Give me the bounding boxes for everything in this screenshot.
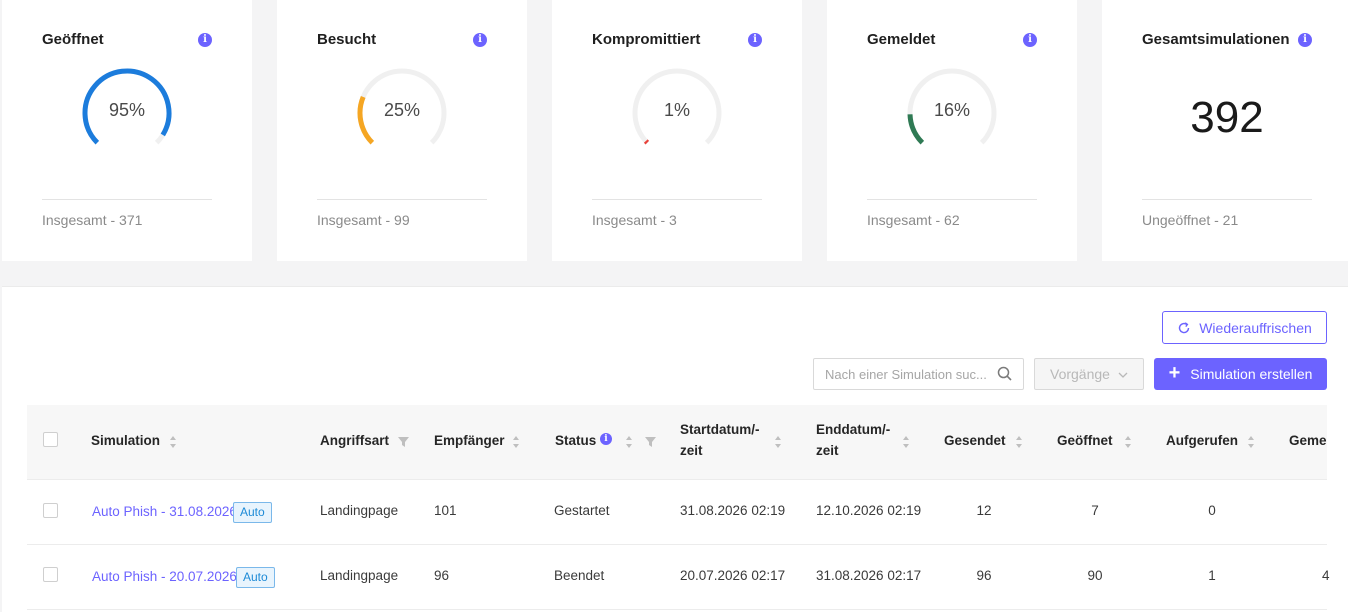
info-icon[interactable]: i <box>473 33 487 47</box>
stat-card-total-simulations: Gesamtsimulationen i 392 Ungeöffnet - 21 <box>1102 0 1348 261</box>
visited-cell: 1 <box>1208 568 1216 583</box>
gauge-value-arc <box>643 139 650 145</box>
chevron-down-icon <box>1118 372 1128 378</box>
card-title: Kompromittiert <box>592 31 701 48</box>
filter-icon[interactable] <box>398 437 409 447</box>
sent-cell: 12 <box>976 503 992 518</box>
row-checkbox[interactable] <box>43 567 58 582</box>
row-checkbox[interactable] <box>43 503 58 518</box>
sort-icon[interactable] <box>1015 435 1023 449</box>
attack-type-cell: Landingpage <box>320 568 399 583</box>
simulation-link[interactable]: Auto Phish - 31.08.2026 <box>92 504 237 519</box>
info-icon[interactable]: i <box>1023 33 1037 47</box>
card-footer: Ungeöffnet - 21 <box>1142 212 1239 228</box>
card-title: Gesamtsimulationen <box>1142 31 1290 48</box>
status-cell: Beendet <box>554 568 605 583</box>
sort-icon[interactable] <box>902 435 910 449</box>
divider <box>1142 199 1312 200</box>
reported-cell: 4 <box>1322 568 1330 583</box>
create-simulation-label: Simulation erstellen <box>1190 366 1313 382</box>
sort-icon[interactable] <box>1247 435 1255 449</box>
card-footer: Insgesamt - 62 <box>867 212 960 228</box>
recipients-cell: 101 <box>434 503 457 518</box>
recipients-cell: 96 <box>434 568 450 583</box>
divider <box>867 199 1037 200</box>
info-icon[interactable]: i <box>600 433 612 445</box>
visited-cell: 0 <box>1208 503 1216 518</box>
column-header-end-date-line2: zeit <box>816 443 839 458</box>
total-simulations-value: 392 <box>1190 93 1264 142</box>
table-header <box>27 405 1327 480</box>
info-icon[interactable]: i <box>748 33 762 47</box>
actions-dropdown[interactable]: Vorgänge <box>1034 358 1144 390</box>
stat-card-compromised: Kompromittiert i 1% Insgesamt - 3 <box>552 0 802 261</box>
gauge-percent: 16% <box>933 100 971 120</box>
column-header-status[interactable]: Status <box>555 433 596 448</box>
column-header-sent[interactable]: Gesendet <box>944 433 1006 448</box>
actions-label: Vorgänge <box>1050 366 1110 382</box>
sort-icon[interactable] <box>774 435 782 449</box>
gauge-percent: 1% <box>663 100 690 120</box>
sort-icon[interactable] <box>169 435 177 449</box>
stat-card-opened: Geöffnet i 95% Insgesamt - 371 <box>2 0 252 261</box>
divider <box>42 199 212 200</box>
sent-cell: 96 <box>976 568 992 583</box>
column-header-attack-type[interactable]: Angriffsart <box>320 433 389 448</box>
stat-card-reported: Gemeldet i 16% Insgesamt - 62 <box>827 0 1077 261</box>
column-header-opened[interactable]: Geöffnet <box>1057 433 1113 448</box>
create-simulation-button[interactable]: + Simulation erstellen <box>1154 358 1327 390</box>
column-header-recipients[interactable]: Empfänger <box>434 433 505 448</box>
end-date-cell: 31.08.2026 02:17 <box>816 568 922 583</box>
column-header-visited[interactable]: Aufgerufen <box>1166 433 1238 448</box>
search-icon[interactable] <box>996 365 1014 383</box>
divider <box>317 199 487 200</box>
auto-tag: Auto <box>233 502 272 523</box>
refresh-icon <box>1179 321 1190 333</box>
card-footer: Insgesamt - 99 <box>317 212 410 228</box>
end-date-cell: 12.10.2026 02:19 <box>816 503 922 518</box>
gauge-percent: 95% <box>108 100 146 120</box>
opened-cell: 90 <box>1087 568 1103 583</box>
stat-card-visited: Besucht i 25% Insgesamt - 99 <box>277 0 527 261</box>
column-header-start-date-line2: zeit <box>680 443 703 458</box>
simulation-link[interactable]: Auto Phish - 20.07.2026 <box>92 569 237 584</box>
select-all-checkbox[interactable] <box>43 432 58 447</box>
search-input[interactable] <box>813 358 1024 390</box>
column-header-reported[interactable]: Geme <box>1289 433 1327 448</box>
card-title: Gemeldet <box>867 31 936 48</box>
start-date-cell: 20.07.2026 02:17 <box>680 568 786 583</box>
auto-tag: Auto <box>236 567 275 588</box>
card-footer: Insgesamt - 371 <box>42 212 143 228</box>
gauge-percent: 25% <box>383 100 421 120</box>
card-title: Besucht <box>317 31 377 48</box>
opened-cell: 7 <box>1091 503 1099 518</box>
card-footer: Insgesamt - 3 <box>592 212 677 228</box>
refresh-button[interactable]: Wiederauffrischen <box>1162 311 1327 344</box>
column-header-end-date[interactable]: Enddatum/- <box>816 422 890 437</box>
filter-icon[interactable] <box>645 437 656 447</box>
column-header-simulation[interactable]: Simulation <box>91 433 160 448</box>
status-cell: Gestartet <box>554 503 610 518</box>
divider <box>592 199 762 200</box>
info-icon[interactable]: i <box>1298 33 1312 47</box>
card-title: Geöffnet <box>42 31 104 48</box>
sort-icon[interactable] <box>512 435 520 449</box>
info-icon[interactable]: i <box>198 33 212 47</box>
column-header-start-date[interactable]: Startdatum/- <box>680 422 760 437</box>
start-date-cell: 31.08.2026 02:19 <box>680 503 786 518</box>
refresh-label: Wiederauffrischen <box>1199 319 1312 336</box>
sort-icon[interactable] <box>1124 435 1132 449</box>
attack-type-cell: Landingpage <box>320 503 399 518</box>
plus-icon: + <box>1168 362 1181 384</box>
sort-icon[interactable] <box>625 435 633 449</box>
